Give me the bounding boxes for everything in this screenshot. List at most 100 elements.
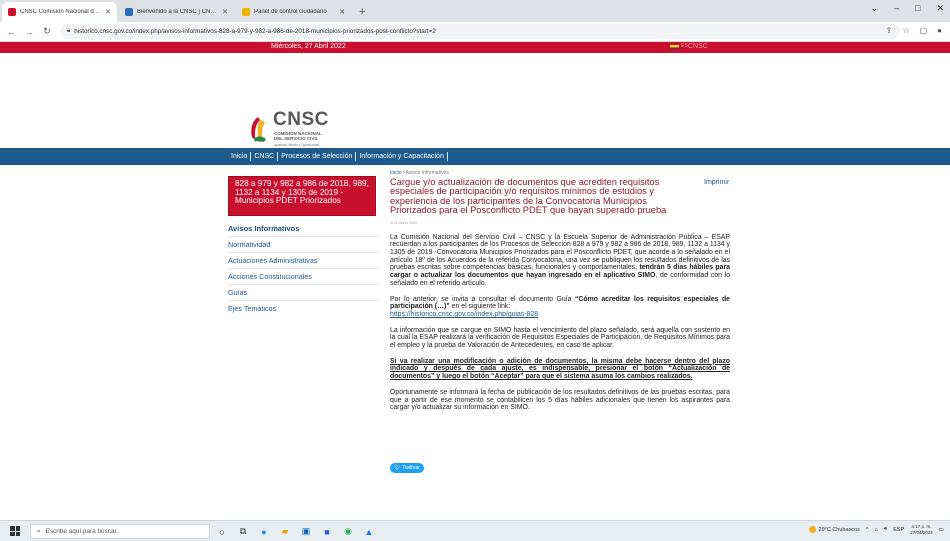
url-text: historico.cnsc.gov.co/index.php/avisos-i… xyxy=(74,28,436,35)
close-icon[interactable]: ✕ xyxy=(105,8,111,16)
lock-icon[interactable]: 🔒︎ xyxy=(67,28,70,35)
photos-icon[interactable]: ▲ xyxy=(361,524,377,539)
sidebar: 828 a 979 y 982 a 986 de 2018, 989, 1132… xyxy=(228,176,378,316)
sidebar-item-acciones[interactable]: Acciones Constitucionales xyxy=(228,268,378,284)
article: Inicio / Avisos Informativos Cargue y/o … xyxy=(390,170,730,412)
taskbar-pinned-apps: ○ ⧉ ● ▰ ▣ ■ ◉ ▲ xyxy=(214,524,377,539)
minimize-icon[interactable]: – xyxy=(894,3,899,14)
sidebar-convocatoria-box[interactable]: 828 a 979 y 982 a 986 de 2018, 989, 1132… xyxy=(228,176,376,216)
p4-bold-underlined: Si va realizar una modificación o adició… xyxy=(390,357,730,381)
p2-text-a: Por lo anterior, se invita a consultar e… xyxy=(390,295,572,303)
current-date: Miércoles, 27 Abril 2022 xyxy=(271,43,346,50)
tab-label: Panel de control ciudadano xyxy=(254,9,327,15)
window-controls: ⌄ – □ ✕ xyxy=(870,3,944,14)
system-tray: 29°C Chubascos ^ ⌂ 🔊︎ ESP 4:17 p. m. 27/… xyxy=(808,524,944,535)
article-paragraph-3: La información que se cargue en SIMO has… xyxy=(390,326,730,350)
main-nav-band: Inicio CNSC Procesos de Selección Inform… xyxy=(0,148,950,165)
network-icon[interactable]: ⌂ xyxy=(874,527,877,533)
logo-subtitle-line2: DEL SERVICIO CIVIL xyxy=(274,136,319,141)
search-icon: ⌕ xyxy=(37,527,41,535)
chrome-icon[interactable]: ◉ xyxy=(340,524,356,539)
logo-tagline: Igualdad, Mérito y Oportunidad xyxy=(274,143,320,147)
back-arrow-icon[interactable]: ← xyxy=(4,27,18,37)
browser-tab-cnsc[interactable]: CNSC Comisión Nacional del Se ✕ xyxy=(2,2,117,22)
article-paragraph-1: La Comisión Nacional del Servicio Civil … xyxy=(390,234,730,288)
top-red-bar: Miércoles, 27 Abril 2022 ES CNSC xyxy=(0,42,950,53)
clock-time: 4:17 p. m. xyxy=(911,524,932,529)
sidebar-item-ejes[interactable]: Ejes Temáticos xyxy=(228,300,378,316)
nav-item-cnsc[interactable]: CNSC xyxy=(251,152,279,161)
breadcrumb-separator: / xyxy=(403,170,405,176)
web-page: Miércoles, 27 Abril 2022 ES CNSC CNSC CO… xyxy=(0,42,950,520)
language-indicator[interactable]: ESP xyxy=(893,527,904,533)
browser-toolbar: ← → ↻ 🔒︎ historico.cnsc.gov.co/index.php… xyxy=(0,22,950,42)
taskbar-clock[interactable]: 4:17 p. m. 27/04/2022 xyxy=(910,524,933,535)
p2-text-b: en el siguiente link: xyxy=(451,303,511,311)
forward-arrow-icon[interactable]: → xyxy=(22,27,36,37)
share-icon[interactable]: ⇪ xyxy=(886,26,893,35)
weather-sun-icon xyxy=(808,526,816,533)
sidebar-item-guias[interactable]: Guías xyxy=(228,284,378,300)
windows-taskbar: ⌕ Escribe aquí para buscar. ○ ⧉ ● ▰ ▣ ■ … xyxy=(0,520,950,541)
store-icon[interactable]: ▣ xyxy=(298,524,314,539)
new-tab-button[interactable]: + xyxy=(351,6,373,22)
notifications-icon[interactable]: ▭ xyxy=(939,527,944,533)
logo-title: CNSC xyxy=(273,109,329,130)
tab-label: Bienvenido a la CNSC | CNSC xyxy=(137,9,219,15)
article-title: Cargue y/o actualización de documentos q… xyxy=(390,177,667,216)
article-date: el 21 Marzo 2022 xyxy=(390,220,418,225)
language-label[interactable]: ES xyxy=(681,43,688,49)
sidebar-item-actuaciones[interactable]: Actuaciones Administrativas xyxy=(228,252,378,268)
chevron-up-icon[interactable]: ^ xyxy=(866,527,869,533)
main-nav: Inicio CNSC Procesos de Selección Inform… xyxy=(228,148,448,165)
print-link[interactable]: Imprimir xyxy=(704,179,729,186)
guia-link[interactable]: https://historico.cnsc.gov.co/index.php/… xyxy=(390,311,538,318)
cnsc-favicon-icon xyxy=(125,8,133,16)
article-title-row: Cargue y/o actualización de documentos q… xyxy=(390,177,730,216)
cortana-icon[interactable]: ○ xyxy=(214,524,230,539)
tab-search-icon[interactable]: ⌄ xyxy=(870,3,878,14)
breadcrumb-home[interactable]: Inicio xyxy=(390,170,402,176)
article-paragraph-4: Si va realizar una modificación o adició… xyxy=(390,358,730,381)
nav-item-inicio[interactable]: Inicio xyxy=(228,152,252,161)
task-view-icon[interactable]: ⧉ xyxy=(235,524,251,539)
file-explorer-icon[interactable]: ▰ xyxy=(277,524,293,539)
twitter-bird-icon: 🐦︎ xyxy=(394,465,401,471)
close-icon[interactable]: ✕ xyxy=(222,8,228,16)
tab-label: CNSC Comisión Nacional del Se xyxy=(20,9,102,15)
profile-icon[interactable]: ● xyxy=(937,26,942,35)
maximize-icon[interactable]: □ xyxy=(915,3,920,14)
browser-tab-bienvenido[interactable]: Bienvenido a la CNSC | CNSC ✕ xyxy=(119,2,234,22)
volume-icon[interactable]: 🔊︎ xyxy=(884,526,887,533)
close-window-icon[interactable]: ✕ xyxy=(936,3,944,14)
edge-icon[interactable]: ● xyxy=(256,524,272,539)
top-cnsc-link[interactable]: CNSC xyxy=(688,43,708,50)
close-icon[interactable]: ✕ xyxy=(339,8,345,16)
reload-icon[interactable]: ↻ xyxy=(40,26,54,37)
sidepanel-icon[interactable]: ▢ xyxy=(920,26,928,35)
nav-item-procesos[interactable]: Procesos de Selección xyxy=(278,152,357,161)
browser-tab-panel[interactable]: Panel de control ciudadano ✕ xyxy=(236,2,351,22)
folder-favicon-icon xyxy=(242,8,250,16)
colombia-flag-icon[interactable] xyxy=(670,45,679,50)
cnsc-favicon-icon xyxy=(8,8,16,16)
taskbar-search-input[interactable]: ⌕ Escribe aquí para buscar. xyxy=(30,524,210,539)
twitter-label: Twittear xyxy=(402,465,420,471)
cnsc-emblem-icon xyxy=(251,117,266,142)
sidebar-heading[interactable]: Avisos Informativos xyxy=(228,224,378,236)
nav-item-informacion[interactable]: Información y Capacitación xyxy=(356,152,448,161)
article-paragraph-2: Por lo anterior, se invita a consultar e… xyxy=(390,296,730,319)
app-icon[interactable]: ■ xyxy=(319,524,335,539)
bookmark-star-icon[interactable]: ☆ xyxy=(902,26,909,35)
browser-tabbar: CNSC Comisión Nacional del Se ✕ Bienveni… xyxy=(0,0,950,22)
twitter-button[interactable]: 🐦︎ Twittear xyxy=(390,463,424,473)
address-bar[interactable]: 🔒︎ historico.cnsc.gov.co/index.php/aviso… xyxy=(60,24,900,39)
weather-widget[interactable]: 29°C Chubascos xyxy=(808,526,860,533)
cnsc-logo[interactable]: CNSC COMISIÓN NACIONAL DEL SERVICIO CIVI… xyxy=(248,109,338,153)
clock-date: 27/04/2022 xyxy=(910,529,933,535)
search-placeholder: Escribe aquí para buscar. xyxy=(45,528,119,535)
windows-start-icon[interactable] xyxy=(10,526,20,536)
weather-text: 29°C Chubascos xyxy=(818,526,860,533)
sidebar-item-normatividad[interactable]: Normatividad xyxy=(228,236,378,252)
breadcrumb-current: Avisos Informativos xyxy=(405,170,449,176)
